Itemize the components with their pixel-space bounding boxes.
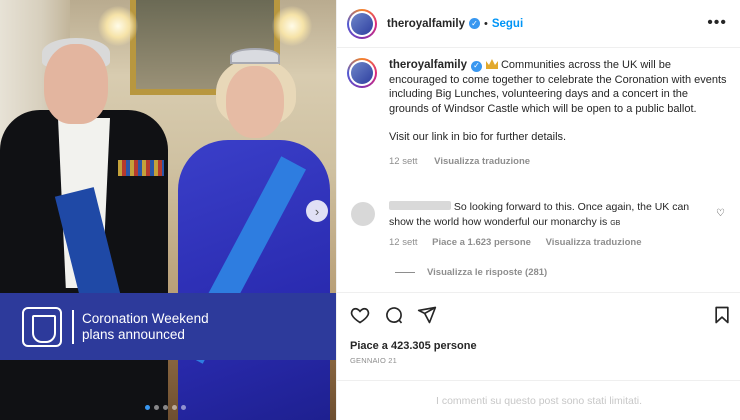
header-username[interactable]: theroyalfamily [387,18,465,30]
post-image[interactable]: Coronation Weekend plans announced › [0,0,336,420]
carousel-dot [172,405,177,410]
woman-figure [178,140,330,420]
post-date: GENNAIO 21 [350,356,398,365]
post-panel: theroyalfamily ✓ • Segui ••• theroyalfam… [336,0,740,420]
background-lamp [272,6,312,46]
caption-meta: 12 sett Visualizza traduzione [389,155,729,170]
caption-text-2: Visit our link in bio for further detail… [389,131,567,143]
tiara [230,48,280,64]
image-banner: Coronation Weekend plans announced [0,293,336,360]
medals [118,160,164,176]
banner-line-2: plans announced [82,326,185,342]
comment-likes-link[interactable]: Piace a 1.623 persone [432,237,531,248]
action-bar [337,292,740,338]
comments-limited-notice: I commenti su questo post sono stati lim… [337,380,740,420]
save-bookmark-icon[interactable] [712,305,732,325]
separator-dot: • [483,17,488,30]
carousel-dot [154,405,159,410]
crown-icon [485,59,498,69]
banner-line-1: Coronation Weekend [82,310,209,326]
replies-line [395,272,415,273]
comment-username-redacted[interactable] [389,201,451,210]
caption-time[interactable]: 12 sett [389,156,418,167]
banner-text: Coronation Weekend plans announced [82,311,209,343]
carousel-dot [145,405,150,410]
verified-badge-icon: ✓ [470,60,482,72]
post-caption: theroyalfamily ✓ Communities across the UK… [347,58,731,169]
view-replies-label[interactable]: Visualizza le risposte (281) [427,267,547,278]
comment-bubble-icon[interactable] [384,305,404,325]
comment-time[interactable]: 12 sett [389,237,418,248]
woman-head [226,66,284,138]
profile-avatar[interactable] [347,8,377,39]
carousel-dot [181,405,186,410]
caption-avatar[interactable] [347,58,377,88]
comment-meta: 12 sett Piace a 1.623 persone Visualizza… [389,236,699,251]
carousel-dot [163,405,168,410]
caption-translate-link[interactable]: Visualizza traduzione [434,156,530,167]
man-head [44,44,108,124]
share-send-icon[interactable] [417,305,437,325]
like-heart-icon[interactable] [350,305,370,325]
more-options-icon[interactable]: ••• [707,14,727,32]
background-lamp [98,6,138,46]
carousel-dots [145,405,186,410]
caption-username[interactable]: theroyalfamily [389,59,467,71]
post-header: theroyalfamily ✓ • Segui ••• [337,0,740,48]
carousel-next-glyph: › [314,203,320,219]
banner-divider [72,309,74,344]
verified-badge-icon: ✓ [468,18,480,29]
royal-crest-icon [22,306,62,347]
likes-count[interactable]: Piace a 423.305 persone [350,340,477,352]
gb-flag-icon: GB [610,219,621,227]
chevron-right-icon[interactable]: › [306,200,328,222]
comment-avatar[interactable] [351,202,375,226]
comment-translate-link[interactable]: Visualizza traduzione [546,237,642,248]
comment-like-heart-icon[interactable]: ♡ [716,208,725,219]
follow-button[interactable]: Segui [492,18,523,30]
view-replies[interactable]: Visualizza le risposte (281) [395,267,547,278]
comment: So looking forward to this. Once again, … [351,200,731,251]
